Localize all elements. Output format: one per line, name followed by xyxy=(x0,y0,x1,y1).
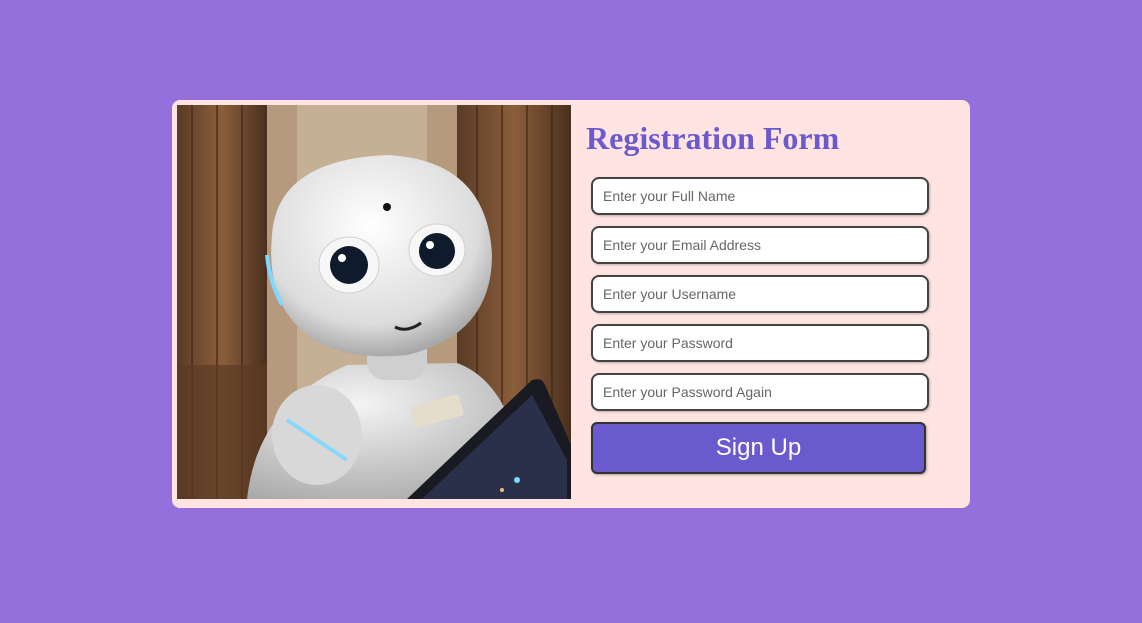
robot-illustration xyxy=(177,105,571,499)
password-input[interactable] xyxy=(591,324,929,362)
username-input[interactable] xyxy=(591,275,929,313)
email-input[interactable] xyxy=(591,226,929,264)
confirm-password-input[interactable] xyxy=(591,373,929,411)
form-title: Registration Form xyxy=(586,120,840,156)
full-name-input[interactable] xyxy=(591,177,929,215)
robot-photo xyxy=(177,105,571,499)
registration-card: Registration Form Sign Up xyxy=(172,100,970,508)
sign-up-button[interactable]: Sign Up xyxy=(591,422,926,474)
